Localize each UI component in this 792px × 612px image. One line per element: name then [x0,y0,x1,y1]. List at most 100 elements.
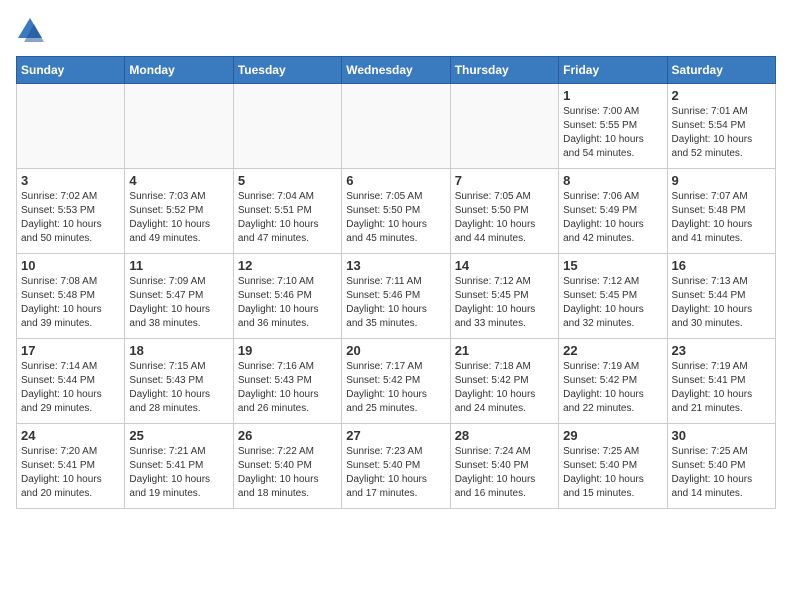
calendar-cell: 26 Sunrise: 7:22 AM Sunset: 5:40 PM Dayli… [233,424,341,509]
day-info: Sunrise: 7:04 AM Sunset: 5:51 PM Dayligh… [238,190,337,246]
calendar-cell: 29 Sunrise: 7:25 AM Sunset: 5:40 PM Dayli… [559,424,667,509]
calendar-cell: 20 Sunrise: 7:17 AM Sunset: 5:42 PM Dayli… [342,339,450,424]
calendar-cell: 23 Sunrise: 7:19 AM Sunset: 5:41 PM Dayli… [667,339,775,424]
day-info: Sunrise: 7:11 AM Sunset: 5:46 PM Dayligh… [346,275,445,331]
day-number: 9 [672,173,771,188]
day-number: 11 [129,258,228,273]
calendar-cell: 8 Sunrise: 7:06 AM Sunset: 5:49 PM Daylig… [559,169,667,254]
calendar-cell [233,84,341,169]
calendar-cell: 25 Sunrise: 7:21 AM Sunset: 5:41 PM Dayli… [125,424,233,509]
calendar-cell: 18 Sunrise: 7:15 AM Sunset: 5:43 PM Dayli… [125,339,233,424]
day-info: Sunrise: 7:19 AM Sunset: 5:42 PM Dayligh… [563,360,662,416]
day-number: 13 [346,258,445,273]
calendar-cell: 12 Sunrise: 7:10 AM Sunset: 5:46 PM Dayli… [233,254,341,339]
day-info: Sunrise: 7:20 AM Sunset: 5:41 PM Dayligh… [21,445,120,501]
weekday-header-wednesday: Wednesday [342,57,450,84]
calendar-cell: 6Sunrise: 7:05 AM Sunset: 5:50 PM Daylig… [342,169,450,254]
day-info: Sunrise: 7:19 AM Sunset: 5:41 PM Dayligh… [672,360,771,416]
day-info: Sunrise: 7:23 AM Sunset: 5:40 PM Dayligh… [346,445,445,501]
day-number: 4 [129,173,228,188]
calendar-cell: 1 Sunrise: 7:00 AM Sunset: 5:55 PM Daylig… [559,84,667,169]
calendar-cell: 5 Sunrise: 7:04 AM Sunset: 5:51 PM Daylig… [233,169,341,254]
day-info: Sunrise: 7:22 AM Sunset: 5:40 PM Dayligh… [238,445,337,501]
calendar-cell: 24 Sunrise: 7:20 AM Sunset: 5:41 PM Dayli… [17,424,125,509]
weekday-header-tuesday: Tuesday [233,57,341,84]
day-number: 30 [672,428,771,443]
day-info: Sunrise: 7:09 AM Sunset: 5:47 PM Dayligh… [129,275,228,331]
day-number: 17 [21,343,120,358]
day-number: 24 [21,428,120,443]
day-info: Sunrise: 7:14 AM Sunset: 5:44 PM Dayligh… [21,360,120,416]
day-info: Sunrise: 7:06 AM Sunset: 5:49 PM Dayligh… [563,190,662,246]
calendar-cell: 4 Sunrise: 7:03 AM Sunset: 5:52 PM Daylig… [125,169,233,254]
day-info: Sunrise: 7:00 AM Sunset: 5:55 PM Dayligh… [563,105,662,161]
day-number: 25 [129,428,228,443]
day-info: Sunrise: 7:08 AM Sunset: 5:48 PM Dayligh… [21,275,120,331]
calendar-cell [17,84,125,169]
calendar-cell: 28 Sunrise: 7:24 AM Sunset: 5:40 PM Dayli… [450,424,558,509]
day-info: Sunrise: 7:21 AM Sunset: 5:41 PM Dayligh… [129,445,228,501]
calendar-cell: 17 Sunrise: 7:14 AM Sunset: 5:44 PM Dayli… [17,339,125,424]
calendar-cell: 7Sunrise: 7:05 AM Sunset: 5:50 PM Daylig… [450,169,558,254]
weekday-header-friday: Friday [559,57,667,84]
day-info: Sunrise: 7:18 AM Sunset: 5:42 PM Dayligh… [455,360,554,416]
weekday-header-thursday: Thursday [450,57,558,84]
calendar-cell: 2Sunrise: 7:01 AM Sunset: 5:54 PM Daylig… [667,84,775,169]
day-info: Sunrise: 7:03 AM Sunset: 5:52 PM Dayligh… [129,190,228,246]
day-info: Sunrise: 7:12 AM Sunset: 5:45 PM Dayligh… [455,275,554,331]
weekday-header-monday: Monday [125,57,233,84]
calendar-cell: 14 Sunrise: 7:12 AM Sunset: 5:45 PM Dayli… [450,254,558,339]
day-number: 29 [563,428,662,443]
day-number: 16 [672,258,771,273]
calendar-cell [125,84,233,169]
header [16,16,776,44]
day-number: 28 [455,428,554,443]
day-number: 6 [346,173,445,188]
day-number: 14 [455,258,554,273]
calendar-cell: 10 Sunrise: 7:08 AM Sunset: 5:48 PM Dayli… [17,254,125,339]
day-number: 15 [563,258,662,273]
calendar-cell [450,84,558,169]
calendar-cell: 15 Sunrise: 7:12 AM Sunset: 5:45 PM Dayli… [559,254,667,339]
day-info: Sunrise: 7:25 AM Sunset: 5:40 PM Dayligh… [563,445,662,501]
day-number: 10 [21,258,120,273]
day-info: Sunrise: 7:07 AM Sunset: 5:48 PM Dayligh… [672,190,771,246]
calendar-cell: 27 Sunrise: 7:23 AM Sunset: 5:40 PM Dayli… [342,424,450,509]
logo-icon [16,16,44,44]
day-info: Sunrise: 7:15 AM Sunset: 5:43 PM Dayligh… [129,360,228,416]
day-number: 7 [455,173,554,188]
calendar-cell [342,84,450,169]
calendar-cell: 30 Sunrise: 7:25 AM Sunset: 5:40 PM Dayli… [667,424,775,509]
day-number: 8 [563,173,662,188]
calendar-cell: 19Sunrise: 7:16 AM Sunset: 5:43 PM Dayli… [233,339,341,424]
day-number: 22 [563,343,662,358]
day-number: 19 [238,343,337,358]
calendar-table: SundayMondayTuesdayWednesdayThursdayFrid… [16,56,776,509]
day-info: Sunrise: 7:17 AM Sunset: 5:42 PM Dayligh… [346,360,445,416]
day-number: 18 [129,343,228,358]
day-number: 12 [238,258,337,273]
calendar-cell: 13 Sunrise: 7:11 AM Sunset: 5:46 PM Dayli… [342,254,450,339]
day-info: Sunrise: 7:13 AM Sunset: 5:44 PM Dayligh… [672,275,771,331]
day-number: 5 [238,173,337,188]
weekday-header-saturday: Saturday [667,57,775,84]
day-info: Sunrise: 7:12 AM Sunset: 5:45 PM Dayligh… [563,275,662,331]
day-info: Sunrise: 7:25 AM Sunset: 5:40 PM Dayligh… [672,445,771,501]
day-number: 26 [238,428,337,443]
calendar-cell: 3 Sunrise: 7:02 AM Sunset: 5:53 PM Daylig… [17,169,125,254]
day-number: 3 [21,173,120,188]
day-number: 23 [672,343,771,358]
calendar-cell: 16 Sunrise: 7:13 AM Sunset: 5:44 PM Dayli… [667,254,775,339]
logo [16,16,48,44]
day-number: 27 [346,428,445,443]
calendar-cell: 22 Sunrise: 7:19 AM Sunset: 5:42 PM Dayli… [559,339,667,424]
day-number: 21 [455,343,554,358]
day-info: Sunrise: 7:24 AM Sunset: 5:40 PM Dayligh… [455,445,554,501]
day-info: Sunrise: 7:02 AM Sunset: 5:53 PM Dayligh… [21,190,120,246]
day-number: 2 [672,88,771,103]
day-number: 1 [563,88,662,103]
day-info: Sunrise: 7:10 AM Sunset: 5:46 PM Dayligh… [238,275,337,331]
calendar-cell: 9 Sunrise: 7:07 AM Sunset: 5:48 PM Daylig… [667,169,775,254]
day-number: 20 [346,343,445,358]
calendar-cell: 21 Sunrise: 7:18 AM Sunset: 5:42 PM Dayli… [450,339,558,424]
